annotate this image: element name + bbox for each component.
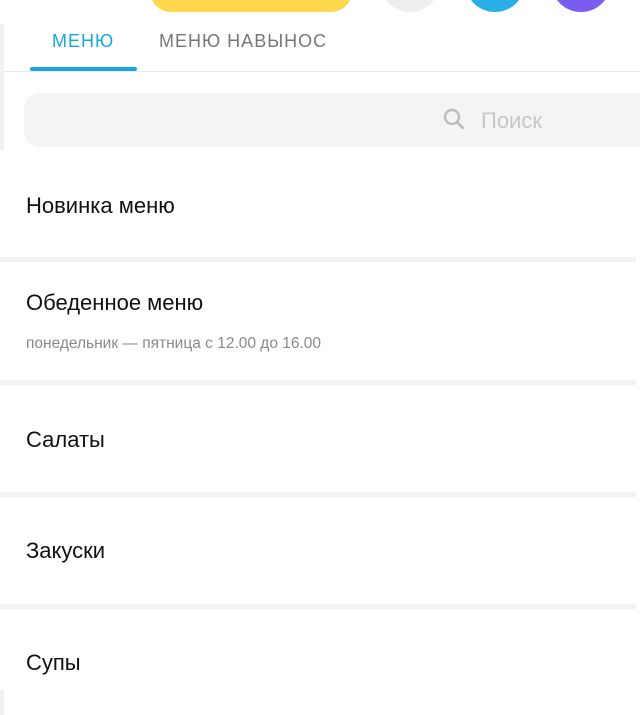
active-tab-indicator <box>30 67 137 71</box>
top-bar <box>0 0 640 24</box>
category-title: Закуски <box>26 538 106 563</box>
category-subtitle: понедельник — пятница с 12.00 до 16.00 <box>26 335 322 352</box>
category-title: Новинка меню <box>26 193 175 218</box>
tab-bar: МЕНЮ МЕНЮ НАВЫНОС <box>4 24 640 72</box>
category-list: Новинка меню Обеденное меню понедельник … <box>0 150 636 690</box>
circle-button-gray[interactable] <box>380 0 440 12</box>
category-item-soups[interactable]: Супы <box>0 609 636 690</box>
tab-menu[interactable]: МЕНЮ <box>52 31 114 52</box>
search-placeholder: Поиск <box>481 108 542 133</box>
circle-button-purple[interactable] <box>551 0 611 12</box>
category-item-salads[interactable]: Салаты <box>0 385 636 492</box>
search-icon <box>443 108 465 130</box>
action-pill-button[interactable] <box>150 0 352 12</box>
category-item-lunch[interactable]: Обеденное меню понедельник — пятница с 1… <box>0 262 636 380</box>
category-title: Обеденное меню <box>26 290 204 315</box>
category-item-appetizers[interactable]: Закуски <box>0 497 636 604</box>
circle-button-blue[interactable] <box>465 0 525 12</box>
tab-takeaway-menu[interactable]: МЕНЮ НАВЫНОС <box>159 31 327 52</box>
category-title: Салаты <box>26 427 105 452</box>
category-title: Супы <box>26 650 81 675</box>
category-item-new[interactable]: Новинка меню <box>0 150 636 257</box>
search-input[interactable]: Поиск <box>24 93 640 147</box>
